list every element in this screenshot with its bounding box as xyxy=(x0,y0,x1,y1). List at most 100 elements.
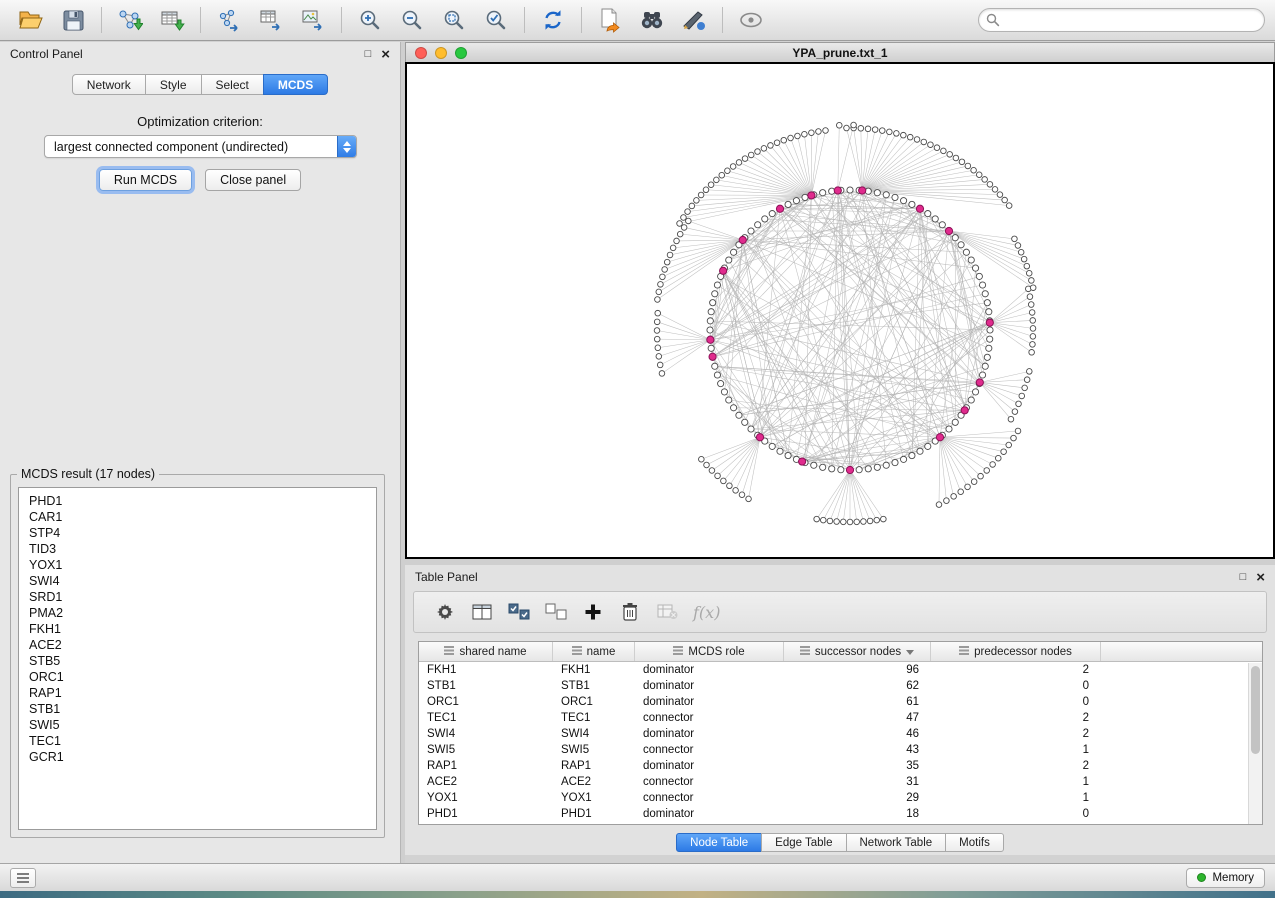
scrollbar-thumb[interactable] xyxy=(1251,666,1260,754)
ring-node[interactable] xyxy=(946,426,952,432)
ring-node[interactable] xyxy=(979,282,985,288)
mcds-result-item[interactable]: SWI5 xyxy=(29,717,376,733)
leaf-node[interactable] xyxy=(1016,401,1022,407)
ring-node[interactable] xyxy=(883,462,889,468)
ring-node[interactable] xyxy=(710,300,716,306)
share-document-button[interactable] xyxy=(589,2,631,38)
leaf-node[interactable] xyxy=(881,516,887,522)
table-row[interactable]: SWI4SWI4dominator462 xyxy=(419,726,1262,742)
zoom-fit-button[interactable] xyxy=(433,2,475,38)
dominator-node[interactable] xyxy=(707,336,714,343)
leaf-node[interactable] xyxy=(987,182,993,188)
dominator-node[interactable] xyxy=(846,466,853,473)
ring-node[interactable] xyxy=(785,452,791,458)
ring-node[interactable] xyxy=(730,249,736,255)
leaf-node[interactable] xyxy=(997,192,1003,198)
ring-node[interactable] xyxy=(708,345,714,351)
tab-select[interactable]: Select xyxy=(201,74,264,95)
leaf-node[interactable] xyxy=(941,148,947,154)
apply-layout-button[interactable] xyxy=(532,2,574,38)
leaf-node[interactable] xyxy=(976,172,982,178)
leaf-node[interactable] xyxy=(659,371,665,377)
ring-node[interactable] xyxy=(925,210,931,216)
mcds-result-item[interactable]: ACE2 xyxy=(29,637,376,653)
leaf-node[interactable] xyxy=(654,328,660,334)
network-window-titlebar[interactable]: YPA_prune.txt_1 xyxy=(405,42,1275,62)
column-header-predecessor-nodes[interactable]: predecessor nodes xyxy=(931,642,1101,661)
import-table-button[interactable] xyxy=(151,2,193,38)
leaf-node[interactable] xyxy=(982,177,988,183)
ring-node[interactable] xyxy=(909,201,915,207)
export-table-button[interactable] xyxy=(250,2,292,38)
network-canvas[interactable] xyxy=(405,62,1275,559)
leaf-node[interactable] xyxy=(1015,243,1021,249)
leaf-node[interactable] xyxy=(664,259,670,265)
leaf-node[interactable] xyxy=(657,362,663,368)
leaf-node[interactable] xyxy=(677,231,683,237)
table-row[interactable]: FKH1FKH1dominator962 xyxy=(419,662,1262,678)
dominator-node[interactable] xyxy=(916,205,923,212)
ring-node[interactable] xyxy=(856,467,862,473)
table-row[interactable]: STB1STB1dominator620 xyxy=(419,678,1262,694)
close-panel-icon[interactable]: × xyxy=(381,47,390,62)
mcds-result-item[interactable]: TEC1 xyxy=(29,733,376,749)
leaf-node[interactable] xyxy=(748,152,754,158)
leaf-node[interactable] xyxy=(709,468,715,474)
leaf-node[interactable] xyxy=(992,187,998,193)
leaf-node[interactable] xyxy=(847,519,853,525)
mcds-result-item[interactable]: YOX1 xyxy=(29,557,376,573)
ring-node[interactable] xyxy=(909,452,915,458)
leaf-node[interactable] xyxy=(887,129,893,135)
dominator-node[interactable] xyxy=(756,434,763,441)
ring-node[interactable] xyxy=(892,459,898,465)
dominator-node[interactable] xyxy=(945,227,952,234)
function-builder-button[interactable]: f(x) xyxy=(693,603,720,622)
leaf-node[interactable] xyxy=(721,478,727,484)
dominator-node[interactable] xyxy=(776,205,783,212)
mcds-result-item[interactable]: PHD1 xyxy=(29,493,376,509)
leaf-node[interactable] xyxy=(689,203,695,209)
ring-node[interactable] xyxy=(874,190,880,196)
leaf-node[interactable] xyxy=(971,167,977,173)
save-session-button[interactable] xyxy=(52,2,94,38)
ring-node[interactable] xyxy=(762,216,768,222)
mcds-result-item[interactable]: STB5 xyxy=(29,653,376,669)
leaf-node[interactable] xyxy=(670,245,676,251)
ring-node[interactable] xyxy=(917,448,923,454)
leaf-node[interactable] xyxy=(1019,393,1025,399)
ring-node[interactable] xyxy=(785,201,791,207)
ring-node[interactable] xyxy=(802,194,808,200)
tab-mcds[interactable]: MCDS xyxy=(263,74,328,95)
leaf-node[interactable] xyxy=(854,519,860,525)
export-network-button[interactable] xyxy=(208,2,250,38)
table-row[interactable]: RAP1RAP1dominator352 xyxy=(419,758,1262,774)
ring-node[interactable] xyxy=(865,466,871,472)
leaf-node[interactable] xyxy=(788,135,794,141)
dominator-node[interactable] xyxy=(709,353,716,360)
leaf-node[interactable] xyxy=(667,252,673,258)
zoom-selected-button[interactable] xyxy=(475,2,517,38)
leaf-node[interactable] xyxy=(719,172,725,178)
leaf-node[interactable] xyxy=(725,168,731,174)
ring-node[interactable] xyxy=(925,443,931,449)
tab-node-table[interactable]: Node Table xyxy=(676,833,762,852)
leaf-node[interactable] xyxy=(995,455,1001,461)
column-header-MCDS-role[interactable]: MCDS role xyxy=(635,642,784,661)
mcds-result-item[interactable]: TID3 xyxy=(29,541,376,557)
mcds-result-item[interactable]: RAP1 xyxy=(29,685,376,701)
dominator-node[interactable] xyxy=(739,236,746,243)
ring-node[interactable] xyxy=(820,464,826,470)
table-row[interactable]: YOX1YOX1connector291 xyxy=(419,790,1262,806)
leaf-node[interactable] xyxy=(990,462,996,468)
ring-node[interactable] xyxy=(707,318,713,324)
leaf-node[interactable] xyxy=(820,517,826,523)
ring-node[interactable] xyxy=(958,242,964,248)
leaf-node[interactable] xyxy=(655,310,661,316)
leaf-node[interactable] xyxy=(802,131,808,137)
leaf-node[interactable] xyxy=(662,267,668,273)
panel-menu-button[interactable] xyxy=(10,868,36,888)
ring-node[interactable] xyxy=(968,257,974,263)
ring-node[interactable] xyxy=(742,419,748,425)
leaf-node[interactable] xyxy=(951,494,957,500)
leaf-node[interactable] xyxy=(704,462,710,468)
